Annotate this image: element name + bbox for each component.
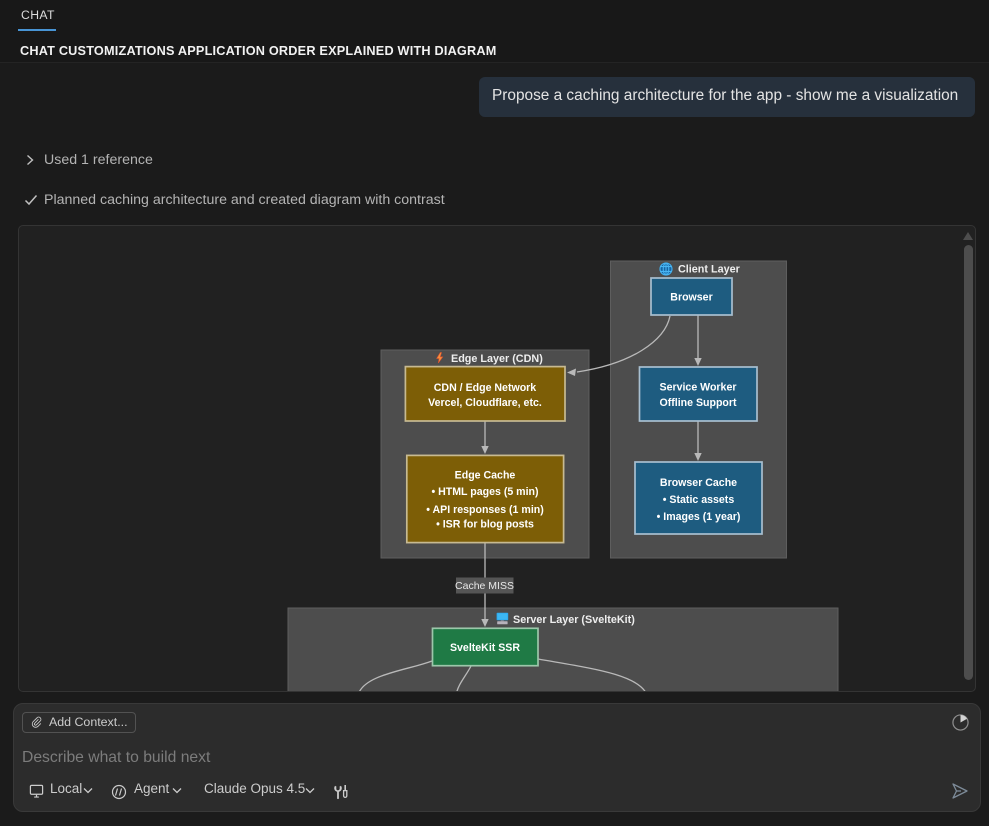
svg-text:Service Worker: Service Worker: [660, 382, 737, 394]
svg-text:• Images (1 year): • Images (1 year): [657, 511, 741, 523]
svg-text:Server Layer (SvelteKit): Server Layer (SvelteKit): [513, 614, 635, 626]
svg-text:Cache MISS: Cache MISS: [455, 580, 514, 592]
svg-text:SvelteKit SSR: SvelteKit SSR: [450, 642, 520, 654]
svg-text:Edge Cache: Edge Cache: [455, 469, 516, 481]
svg-text:Browser Cache: Browser Cache: [660, 477, 737, 489]
svg-text:CDN / Edge Network: CDN / Edge Network: [434, 382, 537, 394]
svg-text:• API responses (1 min): • API responses (1 min): [426, 504, 544, 516]
svg-text:Vercel, Cloudflare, etc.: Vercel, Cloudflare, etc.: [428, 397, 542, 409]
svg-text:Offline Support: Offline Support: [659, 397, 737, 409]
svg-text:Client Layer: Client Layer: [678, 264, 741, 276]
svg-text:• Static assets: • Static assets: [663, 494, 735, 506]
svg-text:• HTML pages (5 min): • HTML pages (5 min): [431, 486, 538, 498]
svg-text:• ISR for blog posts: • ISR for blog posts: [436, 519, 534, 531]
svg-text:Edge Layer (CDN): Edge Layer (CDN): [451, 353, 543, 365]
svg-text:Browser: Browser: [670, 292, 712, 304]
